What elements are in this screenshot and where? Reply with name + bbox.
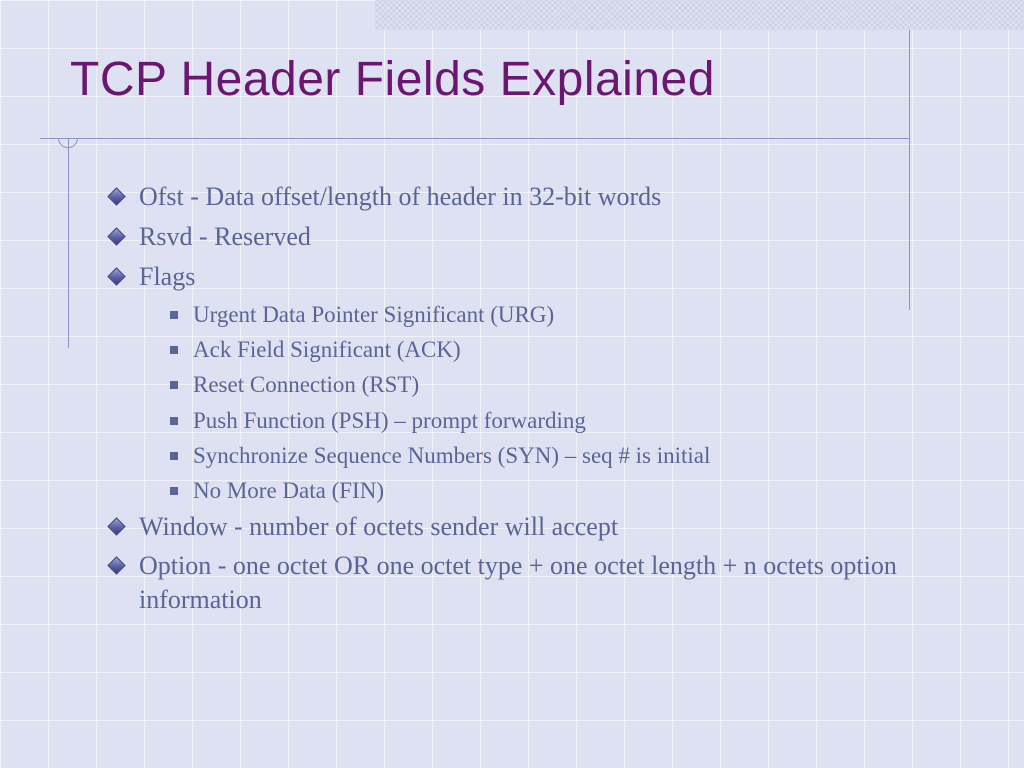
divider-vertical-left <box>68 138 69 348</box>
diamond-bullet-icon <box>107 267 125 285</box>
list-item: Ofst - Data offset/length of header in 3… <box>110 180 964 214</box>
sub-list-item: Push Function (PSH) – prompt forwarding <box>170 405 964 436</box>
sub-list-item: No More Data (FIN) <box>170 475 964 506</box>
slide-body: Ofst - Data offset/length of header in 3… <box>110 180 964 623</box>
diamond-bullet-icon <box>107 227 125 245</box>
list-item: Flags <box>110 260 964 294</box>
sub-list: Urgent Data Pointer Significant (URG) Ac… <box>170 299 964 505</box>
square-bullet-icon <box>170 452 178 460</box>
sub-bullet-text: Synchronize Sequence Numbers (SYN) – seq… <box>193 440 710 471</box>
sub-list-item: Reset Connection (RST) <box>170 369 964 400</box>
list-item: Option - one octet OR one octet type + o… <box>110 549 964 617</box>
sub-bullet-text: Urgent Data Pointer Significant (URG) <box>193 299 554 330</box>
diamond-bullet-icon <box>107 187 125 205</box>
divider-horizontal <box>40 138 910 139</box>
sub-bullet-text: No More Data (FIN) <box>193 475 384 506</box>
bullet-text: Flags <box>139 260 195 294</box>
bullet-text: Rsvd - Reserved <box>139 220 311 254</box>
bullet-text: Option - one octet OR one octet type + o… <box>139 549 964 617</box>
sub-bullet-text: Reset Connection (RST) <box>193 369 419 400</box>
sub-bullet-text: Push Function (PSH) – prompt forwarding <box>193 405 586 436</box>
list-item: Window - number of octets sender will ac… <box>110 510 964 544</box>
top-texture-strip <box>375 0 1024 30</box>
slide-title: TCP Header Fields Explained <box>70 52 715 107</box>
sub-bullet-text: Ack Field Significant (ACK) <box>193 334 461 365</box>
square-bullet-icon <box>170 487 178 495</box>
sub-list-item: Urgent Data Pointer Significant (URG) <box>170 299 964 330</box>
square-bullet-icon <box>170 346 178 354</box>
list-item: Rsvd - Reserved <box>110 220 964 254</box>
square-bullet-icon <box>170 417 178 425</box>
sub-list-item: Ack Field Significant (ACK) <box>170 334 964 365</box>
diamond-bullet-icon <box>107 517 125 535</box>
bullet-text: Ofst - Data offset/length of header in 3… <box>139 180 661 214</box>
square-bullet-icon <box>170 381 178 389</box>
square-bullet-icon <box>170 311 178 319</box>
sub-list-item: Synchronize Sequence Numbers (SYN) – seq… <box>170 440 964 471</box>
bullet-text: Window - number of octets sender will ac… <box>139 510 618 544</box>
diamond-bullet-icon <box>107 557 125 575</box>
